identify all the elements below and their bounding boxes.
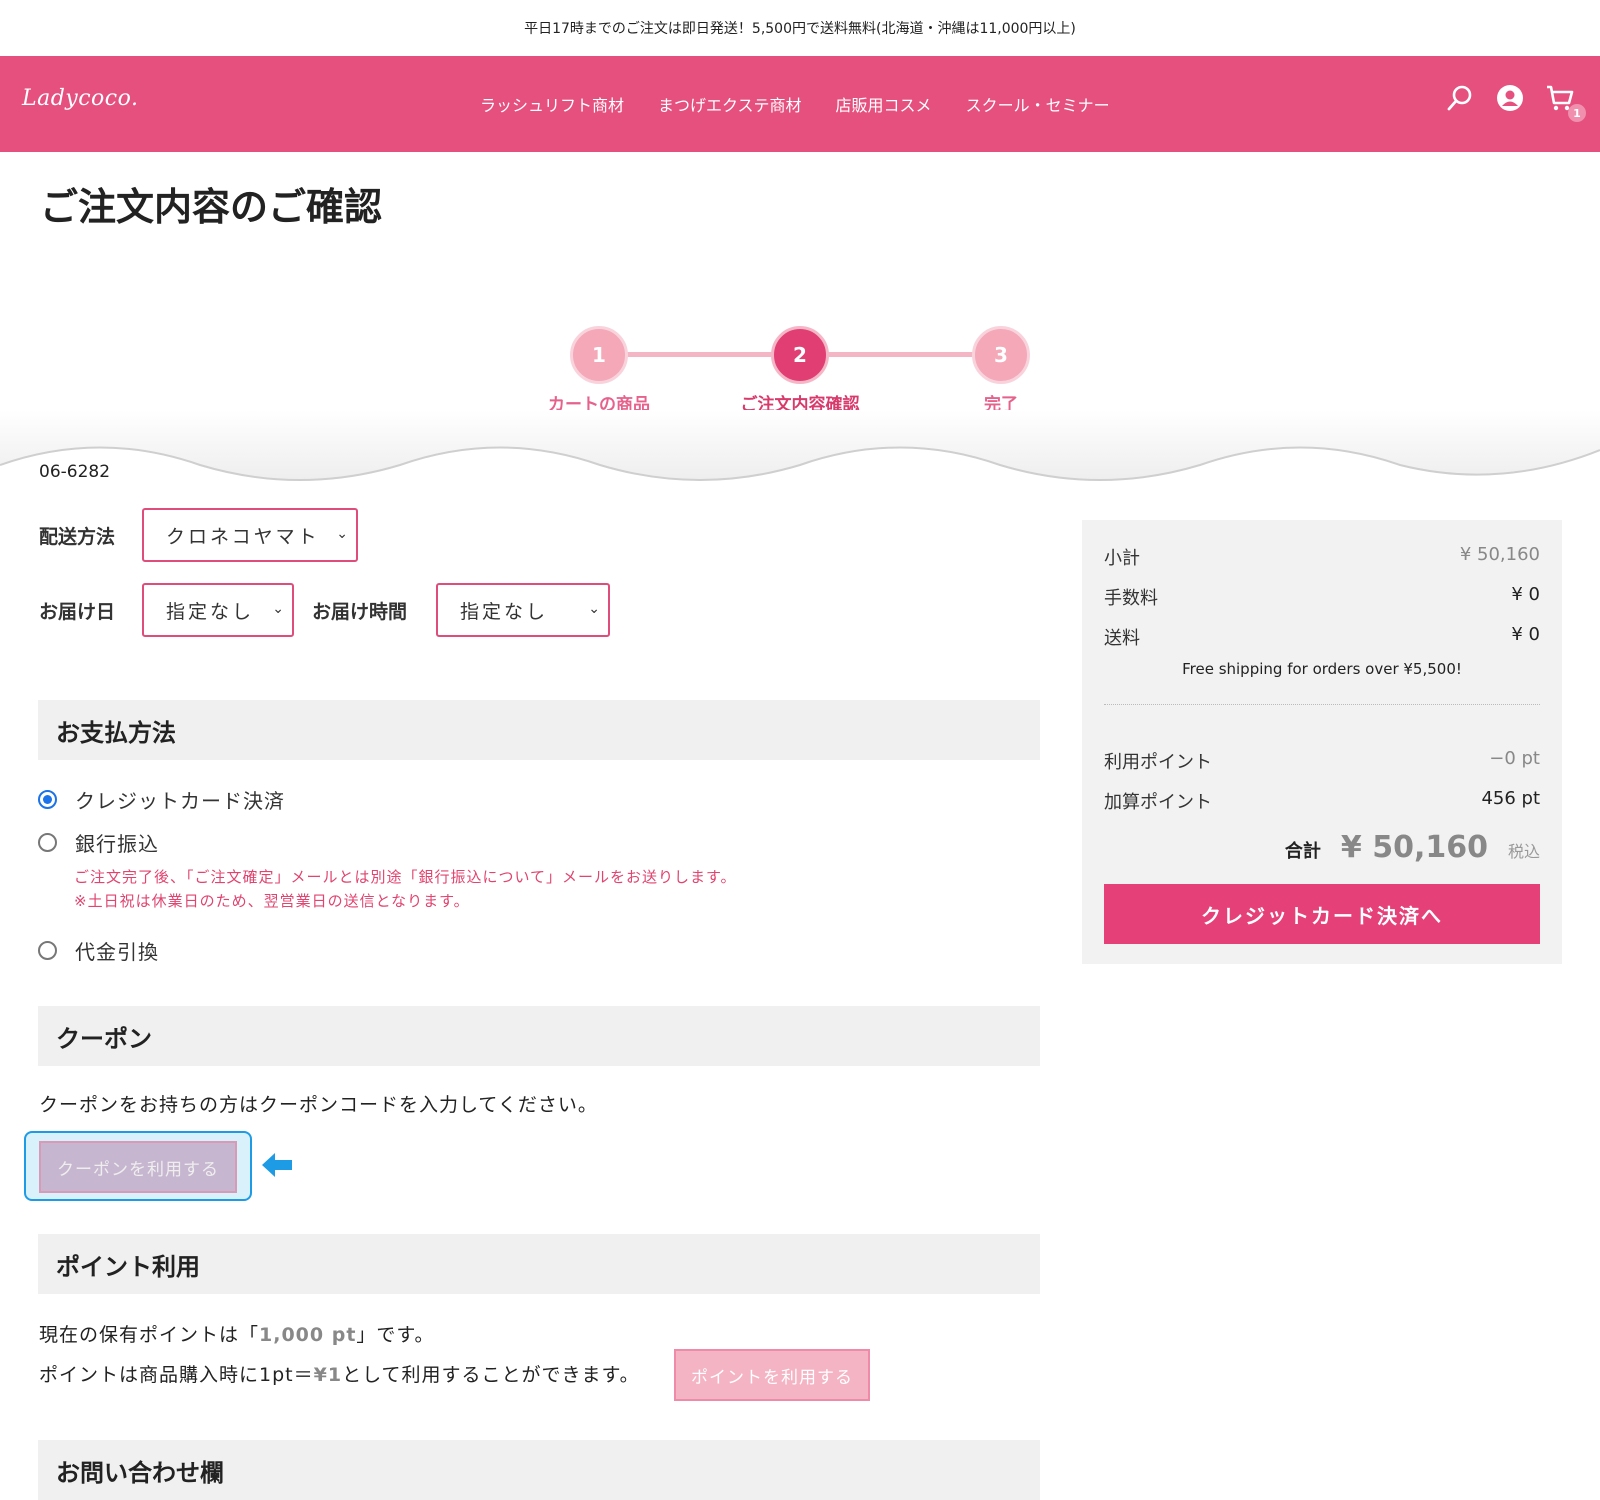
radio-unchecked[interactable] [38, 941, 57, 960]
search-icon[interactable] [1446, 84, 1474, 112]
shipping-value: ¥ 0 [1511, 624, 1540, 645]
radio-unchecked[interactable] [38, 833, 57, 852]
summary-used-points-row: 利用ポイント −0 pt [1104, 748, 1540, 774]
delivery-date-value: 指定なし [166, 600, 255, 623]
cart-icon[interactable]: 1 [1546, 84, 1586, 122]
checkout-stepper: 1 2 3 カートの商品 ご注文内容確認 完了 [0, 322, 1600, 422]
nav-item-lashlift[interactable]: ラッシュリフト商材 [480, 92, 624, 116]
chevron-down-icon: ⌄ [588, 601, 600, 617]
tax-included-label: 税込 [1507, 842, 1540, 861]
announcement-text: 平日17時までのご注文は即日発送！5,500円で送料無料(北海道・沖縄は11,0… [524, 21, 1076, 37]
use-coupon-button[interactable]: クーポンを利用する [39, 1141, 237, 1193]
radio-checked[interactable] [38, 790, 57, 809]
user-icon[interactable] [1496, 84, 1524, 112]
arrow-left-icon [262, 1153, 292, 1177]
earned-points-label: 加算ポイント [1104, 792, 1212, 813]
site-header: Ladycoco. ラッシュリフト商材 まつげエクステ商材 店販用コスメ スクー… [0, 56, 1600, 152]
delivery-method-label: 配送方法 [39, 526, 116, 548]
delivery-method-value: クロネコヤマト [166, 525, 320, 548]
use-points-button[interactable]: ポイントを利用する [674, 1349, 870, 1401]
total-value: ¥ 50,160 [1340, 830, 1488, 865]
points-rate-text: ポイントは商品購入時に1pt＝¥1として利用することができます。 [39, 1360, 640, 1387]
payment-option-label: 銀行振込 [75, 832, 159, 856]
points-balance-value: 1,000 pt [259, 1324, 357, 1346]
points-balance-pre: 現在の保有ポイントは「 [39, 1324, 260, 1346]
main-nav: ラッシュリフト商材 まつげエクステ商材 店販用コスメ スクール・セミナー [480, 92, 1110, 116]
step-2-circle: 2 [771, 326, 829, 384]
payment-option-cod[interactable]: 代金引換 [38, 936, 159, 965]
used-points-value: −0 pt [1489, 748, 1540, 769]
summary-divider [1104, 704, 1540, 705]
delivery-time-label: お届け時間 [312, 601, 408, 623]
points-section-title: ポイント利用 [38, 1234, 1040, 1294]
summary-fee-row: 手数料 ¥ 0 [1104, 584, 1540, 610]
summary-subtotal-row: 小計 ¥ 50,160 [1104, 544, 1540, 570]
points-rate-pre: ポイントは商品購入時に1pt＝ [39, 1364, 314, 1386]
page-title: ご注文内容のご確認 [40, 185, 383, 229]
bank-transfer-note-2: ※土日祝は休業日のため、翌営業日の送信となります。 [74, 892, 470, 910]
coupon-instructions: クーポンをお持ちの方はクーポンコードを入力してください。 [39, 1094, 598, 1116]
fee-value: ¥ 0 [1511, 584, 1540, 605]
summary-shipping-row: 送料 ¥ 0 [1104, 624, 1540, 650]
payment-option-label: 代金引換 [75, 940, 159, 964]
step-1-circle: 1 [570, 326, 628, 384]
chevron-down-icon: ⌄ [272, 601, 284, 617]
delivery-time-value: 指定なし [460, 600, 549, 623]
credit-card-checkout-button[interactable]: クレジットカード決済へ [1104, 884, 1540, 944]
points-rate-value: ¥1 [313, 1364, 343, 1386]
points-balance-post: 」です。 [356, 1324, 435, 1346]
payment-option-credit[interactable]: クレジットカード決済 [38, 785, 285, 814]
announcement-bar: 平日17時までのご注文は即日発送！5,500円で送料無料(北海道・沖縄は11,0… [0, 0, 1600, 56]
shipping-label: 送料 [1104, 628, 1140, 649]
nav-item-cosmetics[interactable]: 店販用コスメ [836, 92, 932, 116]
subtotal-value: ¥ 50,160 [1459, 544, 1540, 565]
payment-option-label: クレジットカード決済 [75, 789, 285, 813]
nav-item-school[interactable]: スクール・セミナー [966, 92, 1110, 116]
step-3-circle: 3 [972, 326, 1030, 384]
delivery-date-label: お届け日 [39, 601, 116, 623]
points-balance-text: 現在の保有ポイントは「1,000 pt」です。 [39, 1320, 435, 1347]
subtotal-label: 小計 [1104, 548, 1140, 569]
header-icons: 1 [1446, 84, 1586, 122]
site-logo[interactable]: Ladycoco. [22, 86, 138, 111]
total-label: 合計 [1284, 841, 1321, 862]
coupon-section-title: クーポン [38, 1006, 1040, 1066]
summary-total-row: 合計 ¥ 50,160 税込 [1285, 830, 1540, 865]
scalloped-divider [0, 410, 1600, 481]
free-shipping-note: Free shipping for orders over ¥5,500! [1182, 660, 1462, 678]
delivery-date-select[interactable]: 指定なし ⌄ [142, 583, 294, 637]
bank-transfer-note: ご注文完了後、「ご注文確定」メールとは別途「銀行振込について」メールをお送りしま… [74, 868, 737, 886]
order-summary: 小計 ¥ 50,160 手数料 ¥ 0 送料 ¥ 0 Free shipping… [1082, 520, 1562, 964]
nav-item-extension[interactable]: まつげエクステ商材 [658, 92, 802, 116]
payment-option-bank[interactable]: 銀行振込 [38, 828, 159, 857]
used-points-label: 利用ポイント [1104, 752, 1212, 773]
delivery-method-select[interactable]: クロネコヤマト ⌄ [142, 508, 358, 562]
delivery-time-select[interactable]: 指定なし ⌄ [436, 583, 610, 637]
payment-section-title: お支払方法 [38, 700, 1040, 760]
fee-label: 手数料 [1104, 588, 1158, 609]
cart-count-badge: 1 [1568, 104, 1586, 122]
points-rate-post: として利用することができます。 [342, 1364, 640, 1386]
earned-points-value: 456 pt [1481, 788, 1540, 809]
inquiry-section-title: お問い合わせ欄 [38, 1440, 1040, 1500]
summary-earned-points-row: 加算ポイント 456 pt [1104, 788, 1540, 814]
chevron-down-icon: ⌄ [336, 526, 348, 542]
